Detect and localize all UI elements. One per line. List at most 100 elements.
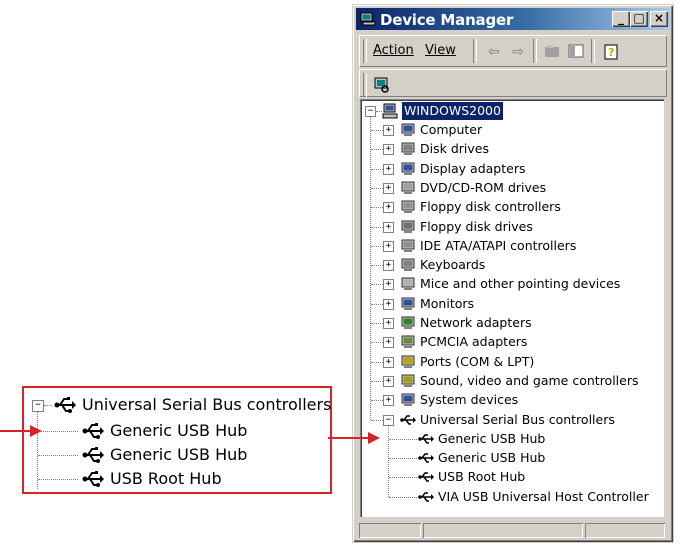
system-device-icon: [401, 393, 415, 407]
mouse-icon: [401, 277, 415, 291]
maximize-button[interactable]: □: [630, 11, 648, 27]
tree-item-label: Disk drives: [420, 141, 489, 157]
toolbar-grip: [363, 39, 367, 63]
window-title: Device Manager: [380, 11, 514, 29]
status-cell-3: [585, 523, 665, 538]
tree-connector: [371, 149, 383, 151]
ide-controller-icon: [401, 239, 415, 252]
port-icon: [401, 355, 415, 368]
expand-toggle[interactable]: +: [383, 260, 394, 272]
expand-toggle[interactable]: +: [383, 144, 394, 156]
tree-item-label: System devices: [420, 392, 519, 408]
usb-icon: [82, 423, 104, 439]
menu-view-label: View: [425, 43, 456, 58]
close-button[interactable]: ×: [650, 11, 668, 27]
device-tree[interactable]: − WINDOWS2000 + Computer + Disk drives + Disp…: [360, 99, 664, 517]
tree-connector: [389, 477, 417, 479]
tree-connector: [389, 438, 417, 440]
tree-connector: [371, 400, 383, 402]
callout-connector-v: [37, 411, 38, 489]
floppy-controller-icon: [401, 200, 415, 214]
help-icon[interactable]: ?: [603, 43, 621, 60]
callout-item-label: Generic USB Hub: [110, 445, 248, 464]
menu-toolbar: Action View ⇦ ⇨ ?: [359, 35, 667, 67]
tree-item-label: Floppy disk controllers: [420, 199, 561, 215]
tree-connector-v: [370, 116, 371, 420]
tree-connector: [371, 284, 383, 286]
monitor-icon: [401, 297, 415, 310]
secondary-toolbar: [359, 69, 667, 97]
usb-icon: [418, 453, 434, 463]
usb-icon: [82, 447, 104, 463]
tree-connector: [371, 361, 383, 363]
tree-item-label: Ports (COM & LPT): [420, 353, 535, 369]
callout-header-label: Universal Serial Bus controllers: [82, 395, 332, 414]
tree-connector: [371, 207, 383, 209]
menu-view[interactable]: View: [425, 43, 456, 58]
expand-toggle[interactable]: +: [383, 163, 394, 175]
usb-icon: [82, 471, 104, 487]
tree-item-label: Computer: [420, 122, 483, 137]
tree-connector: [371, 265, 383, 267]
scan-hardware-icon[interactable]: [373, 77, 391, 93]
tree-connector: [371, 380, 383, 382]
pcmcia-icon: [401, 335, 415, 349]
expand-toggle[interactable]: +: [383, 182, 394, 194]
tree-item-label: Universal Serial Bus controllers: [420, 411, 615, 427]
expand-toggle[interactable]: +: [383, 375, 394, 387]
tree-item-label: Keyboards: [420, 257, 486, 273]
tree-connector: [371, 323, 383, 324]
network-adapter-icon: [401, 316, 415, 329]
menu-action[interactable]: Action: [373, 43, 414, 58]
tree-root-label: WINDOWS2000: [402, 102, 503, 120]
expand-toggle[interactable]: +: [383, 202, 394, 214]
back-arrow-icon[interactable]: ⇦: [485, 43, 503, 59]
expand-toggle[interactable]: +: [383, 356, 394, 368]
expand-toggle[interactable]: +: [383, 395, 394, 407]
show-hide-tree-icon[interactable]: [567, 43, 585, 59]
usb-connector-v: [388, 425, 389, 497]
dvd-drive-icon: [401, 181, 415, 194]
floppy-drive-icon: [401, 220, 415, 233]
tree-connector: [371, 130, 383, 131]
computer-root-icon: [382, 103, 398, 119]
toolbar-separator-2: [533, 39, 537, 63]
tree-connector: [389, 496, 417, 498]
expand-toggle[interactable]: +: [383, 221, 394, 233]
expand-toggle[interactable]: +: [383, 337, 394, 349]
display-adapter-icon: [401, 162, 415, 175]
expand-toggle[interactable]: +: [383, 125, 394, 136]
usb-device-label: USB Root Hub: [438, 469, 526, 485]
tree-connector: [371, 419, 383, 421]
toolbar-separator: [473, 39, 477, 63]
collapse-toggle[interactable]: −: [383, 414, 394, 426]
callout-item-label: Generic USB Hub: [110, 421, 248, 440]
callout-connector: [38, 479, 78, 480]
usb-icon: [54, 397, 76, 413]
up-folder-icon[interactable]: [543, 43, 561, 59]
zoom-callout: − Universal Serial Bus controllers Gener…: [22, 386, 332, 494]
callout-connector: [44, 405, 52, 406]
tree-item-label: PCMCIA adapters: [420, 334, 528, 350]
forward-arrow-icon[interactable]: ⇨: [509, 43, 527, 59]
title-bar[interactable]: Device Manager _ □ ×: [356, 8, 670, 30]
expand-toggle[interactable]: +: [383, 240, 394, 252]
tree-connector: [371, 342, 383, 344]
usb-device-label: VIA USB Universal Host Controller: [438, 488, 649, 504]
sound-icon: [401, 374, 415, 387]
tree-item-label: Monitors: [420, 295, 475, 311]
expand-toggle[interactable]: +: [383, 298, 394, 310]
tree-connector: [371, 226, 383, 228]
left-arrow-line: [0, 430, 30, 432]
menu-action-label: Action: [373, 43, 414, 58]
tree-connector: [371, 187, 383, 189]
tree-connector: [371, 245, 383, 247]
status-cell-1: [359, 523, 421, 538]
expand-toggle[interactable]: +: [383, 318, 394, 329]
left-arrow-head: [30, 425, 42, 437]
disk-drive-icon: [401, 142, 415, 156]
callout-item-label: USB Root Hub: [110, 469, 222, 488]
expand-toggle[interactable]: +: [383, 279, 394, 291]
minimize-button[interactable]: _: [612, 11, 630, 27]
connector-arrow-line: [328, 437, 370, 439]
